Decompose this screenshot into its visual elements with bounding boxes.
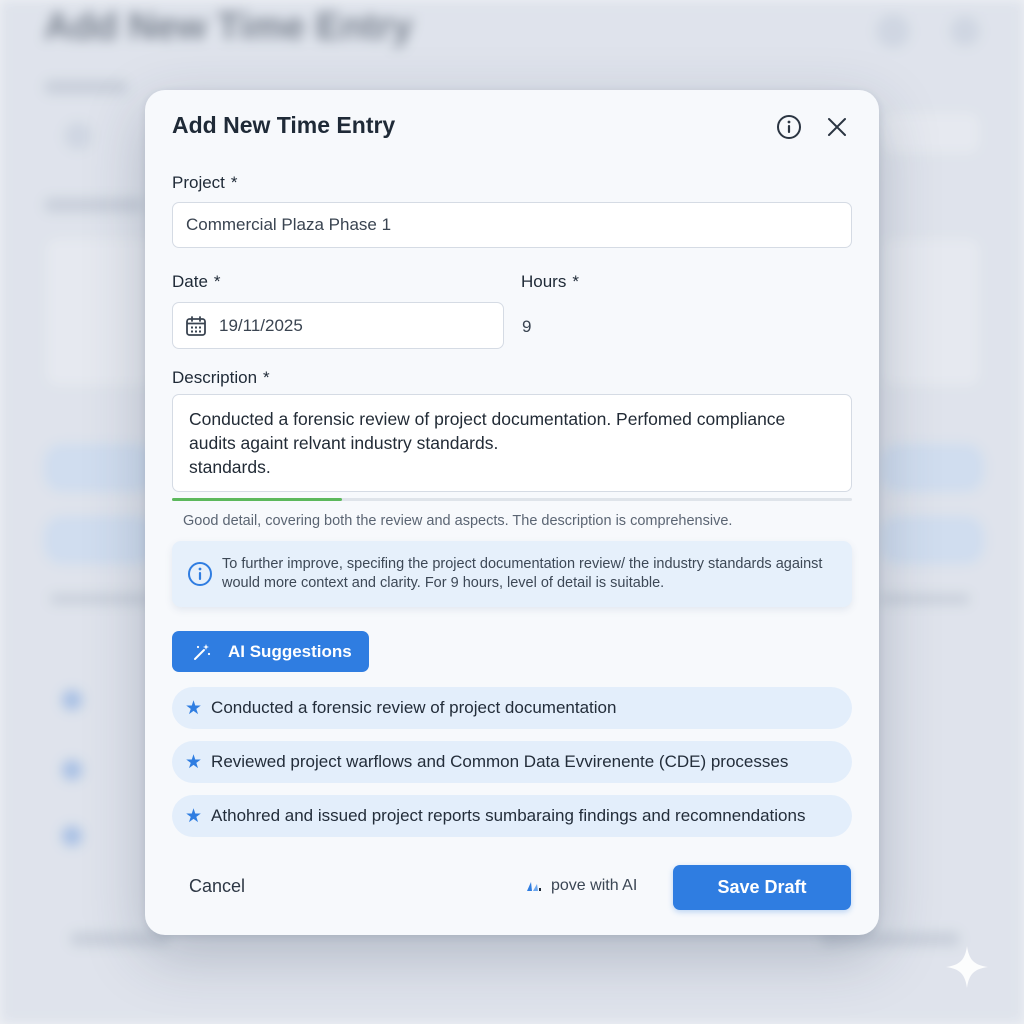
improve-with-ai-button[interactable]: pove with AI <box>525 877 637 895</box>
magic-wand-icon <box>194 643 211 660</box>
ai-suggestion-text: Conducted a forensic review of project d… <box>211 698 617 717</box>
ai-suggestion-item[interactable]: ★ Reviewed project warflows and Common D… <box>172 741 852 783</box>
star-icon: ★ <box>185 751 203 773</box>
date-label-text: Date <box>172 272 208 291</box>
calendar-icon <box>186 315 206 336</box>
modal-title: Add New Time Entry <box>172 112 396 138</box>
sparkle-icon <box>946 946 988 988</box>
hours-label-text: Hours <box>521 272 567 291</box>
ai-suggestions-button[interactable]: AI Suggestions <box>172 631 369 672</box>
save-draft-button[interactable]: Save Draft <box>673 865 851 910</box>
star-icon: ★ <box>185 805 203 827</box>
project-label-text: Project <box>172 173 225 192</box>
time-entry-modal: Add New Time Entry Project * Commercial P… <box>145 90 879 935</box>
ai-suggestion-text: Reviewed project warflows and Common Dat… <box>211 752 789 771</box>
ai-suggestion-item[interactable]: ★ Athohred and issued project reports su… <box>172 795 852 837</box>
ai-suggestions-label: AI Suggestions <box>228 641 352 661</box>
star-icon: ★ <box>185 697 203 719</box>
ai-suggestion-text: Athohred and issued project reports sumb… <box>211 806 806 825</box>
hours-field[interactable]: 9 <box>522 317 531 337</box>
project-value: Commercial Plaza Phase 1 <box>186 215 392 234</box>
close-button[interactable] <box>820 110 854 144</box>
description-label: Description * <box>172 368 270 388</box>
required-mark: * <box>263 368 270 387</box>
required-mark: * <box>213 272 221 291</box>
date-field[interactable]: 19/11/2025 <box>172 302 504 349</box>
ai-sparkle-icon <box>527 882 541 891</box>
description-feedback: Good detail, covering both the review an… <box>183 513 733 529</box>
description-label-text: Description <box>172 368 258 387</box>
description-textarea[interactable]: Conducted a forensic review of project d… <box>172 394 852 492</box>
improvement-tip-text: To further improve, specifing the projec… <box>222 556 823 591</box>
info-button[interactable] <box>772 110 806 144</box>
required-mark: * <box>572 272 579 291</box>
description-quality-bar <box>172 498 852 501</box>
improvement-tip: To further improve, specifing the projec… <box>172 541 852 607</box>
improve-with-ai-label: pove with AI <box>551 877 638 894</box>
description-quality-fill <box>172 498 342 501</box>
project-field[interactable]: Commercial Plaza Phase 1 <box>172 202 852 248</box>
info-circle-icon <box>777 115 801 139</box>
close-icon <box>828 118 846 136</box>
cancel-button[interactable]: Cancel <box>189 876 245 897</box>
info-circle-icon <box>188 562 212 586</box>
hours-label: Hours * <box>521 272 579 292</box>
date-label: Date * <box>172 272 221 292</box>
project-label: Project * <box>172 173 238 193</box>
ai-suggestion-item[interactable]: ★ Conducted a forensic review of project… <box>172 687 852 729</box>
required-mark: * <box>230 173 238 192</box>
date-value: 19/11/2025 <box>219 315 303 335</box>
